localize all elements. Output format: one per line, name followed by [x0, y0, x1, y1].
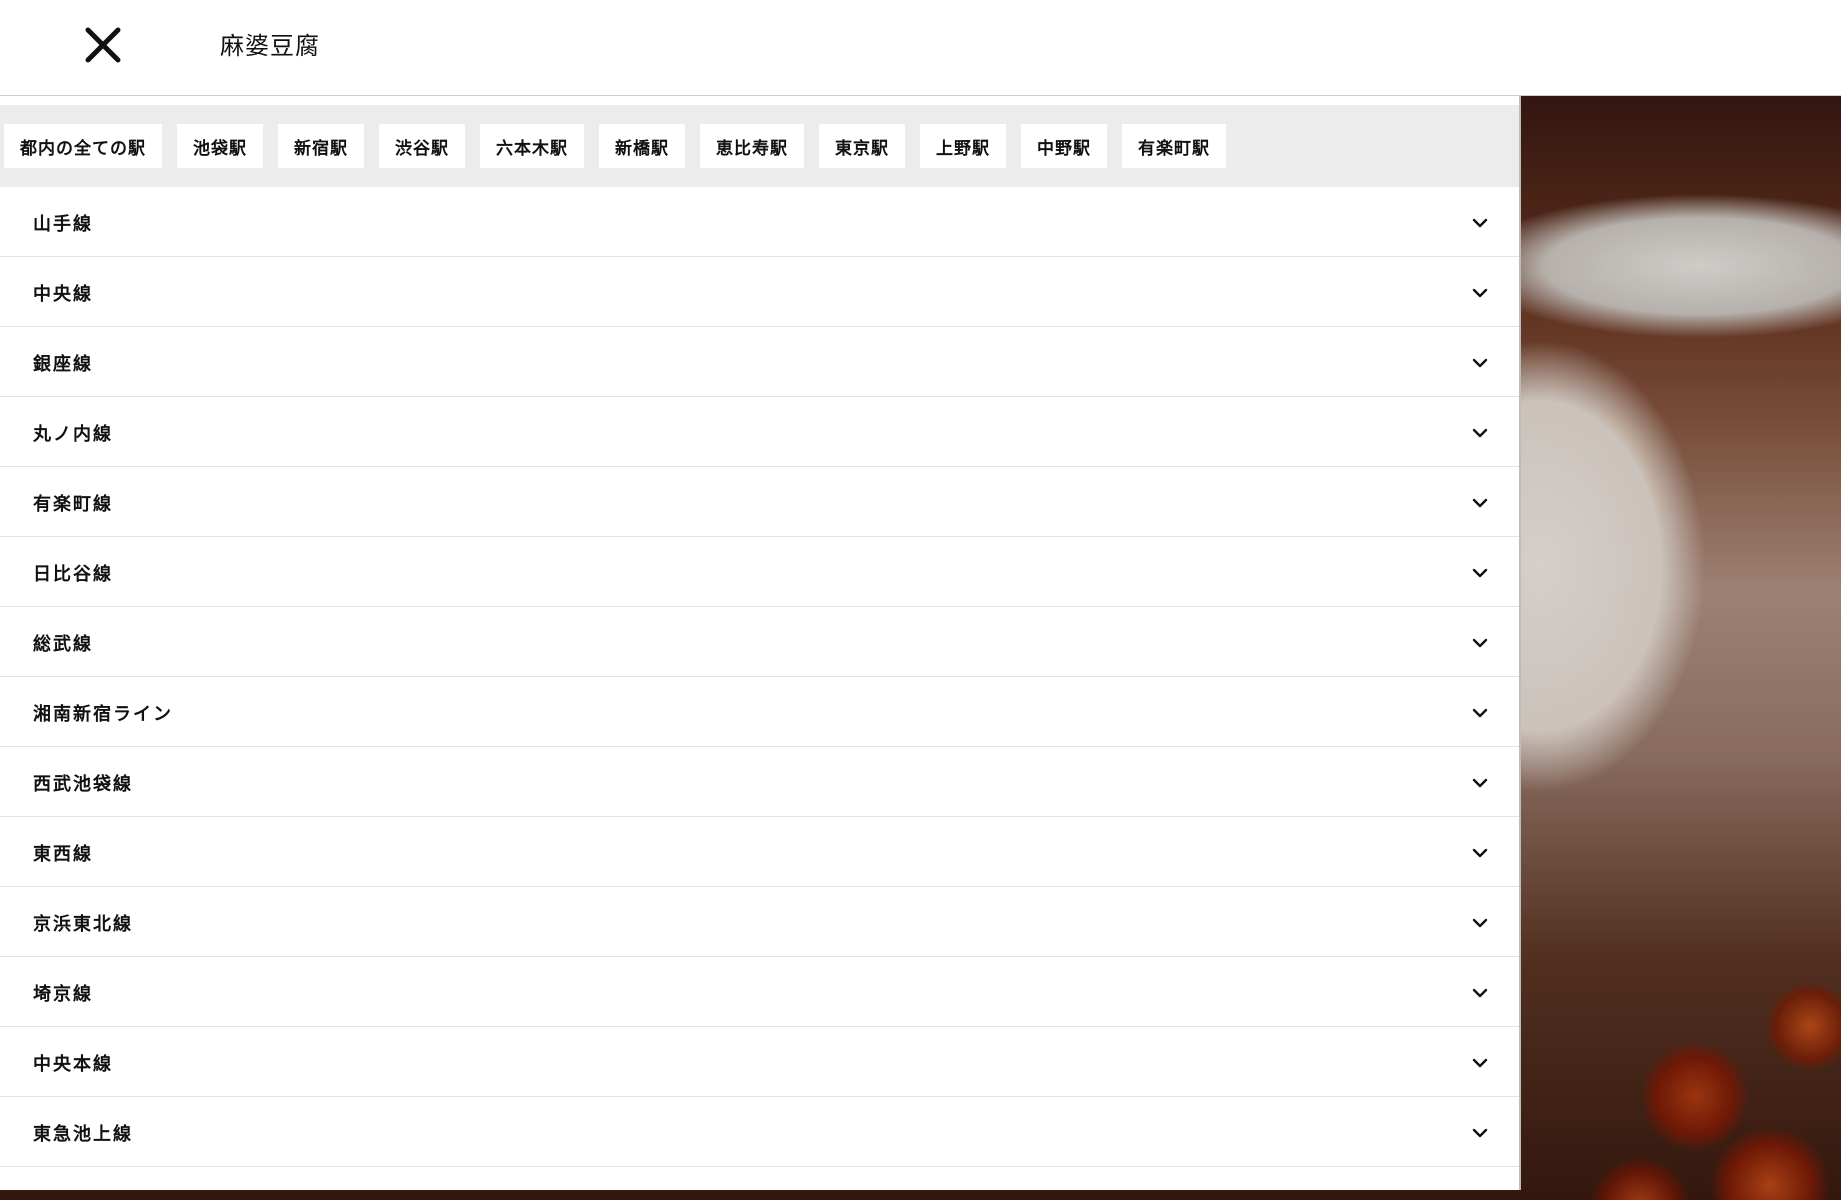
chevron-down-icon[interactable]: [1471, 844, 1489, 862]
header: 麻婆豆腐: [0, 0, 1841, 96]
line-row[interactable]: 丸ノ内線: [0, 397, 1519, 467]
chevron-down-icon[interactable]: [1471, 564, 1489, 582]
line-row[interactable]: 京王新線: [0, 1167, 1519, 1190]
chevron-down-icon[interactable]: [1471, 704, 1489, 722]
station-chip[interactable]: 上野駅: [920, 124, 1006, 168]
line-row[interactable]: 銀座線: [0, 327, 1519, 397]
station-filter-panel: 都内の全ての駅 池袋駅 新宿駅 渋谷駅 六本木駅 新橋駅 恵比寿駅 東京駅 上野駅 中野駅 有楽町駅…: [0, 96, 1521, 1190]
close-icon[interactable]: [82, 24, 124, 66]
app-page: 麻婆豆腐 都内の全ての駅 池袋駅 新宿駅 渋谷駅 六本木駅 新橋駅 恵比寿駅 東京駅 上野駅 中野…: [0, 0, 1841, 1200]
chevron-down-icon[interactable]: [1471, 914, 1489, 932]
line-label: 銀座線: [33, 354, 93, 375]
train-line-list: 山手線中央線銀座線丸ノ内線有楽町線日比谷線総武線湘南新宿ライン 西武池袋線東西線京…: [0, 187, 1519, 1190]
search-term: 麻婆豆腐: [220, 32, 320, 60]
line-row[interactable]: 総武線: [0, 607, 1519, 677]
station-chip[interactable]: 新橋駅: [599, 124, 685, 168]
station-chip[interactable]: 東京駅: [819, 124, 905, 168]
line-label: 東西線: [33, 844, 93, 865]
line-label: 埼京線: [33, 984, 93, 1005]
chevron-down-icon[interactable]: [1471, 214, 1489, 232]
chevron-down-icon[interactable]: [1471, 494, 1489, 512]
station-chip[interactable]: 池袋駅: [177, 124, 263, 168]
line-row[interactable]: 日比谷線: [0, 537, 1519, 607]
line-label: 京浜東北線: [33, 914, 133, 935]
line-label: 日比谷線: [33, 564, 113, 585]
chevron-down-icon[interactable]: [1471, 284, 1489, 302]
chevron-down-icon[interactable]: [1471, 984, 1489, 1002]
station-chip[interactable]: 新宿駅: [278, 124, 364, 168]
line-label: 総武線: [33, 634, 93, 655]
line-row[interactable]: 埼京線: [0, 957, 1519, 1027]
chevron-down-icon[interactable]: [1471, 354, 1489, 372]
line-label: 有楽町線: [33, 494, 113, 515]
line-label: 西武池袋線: [33, 774, 133, 795]
station-chip[interactable]: 恵比寿駅: [700, 124, 804, 168]
line-row[interactable]: 中央本線: [0, 1027, 1519, 1097]
line-row[interactable]: 湘南新宿ライン: [0, 677, 1519, 747]
line-row[interactable]: 有楽町線: [0, 467, 1519, 537]
line-row[interactable]: 中央線: [0, 257, 1519, 327]
line-row[interactable]: 京浜東北線: [0, 887, 1519, 957]
line-row[interactable]: 山手線: [0, 187, 1519, 257]
line-label: 中央線: [33, 284, 93, 305]
station-chip[interactable]: 都内の全ての駅: [4, 124, 162, 168]
chevron-down-icon[interactable]: [1471, 424, 1489, 442]
chevron-down-icon[interactable]: [1471, 634, 1489, 652]
line-label: 中央本線: [33, 1054, 113, 1075]
line-label: 山手線: [33, 214, 93, 235]
line-label: 東急池上線: [33, 1124, 133, 1145]
chevron-down-icon[interactable]: [1471, 1054, 1489, 1072]
line-row[interactable]: 東急池上線: [0, 1097, 1519, 1167]
station-chip[interactable]: 渋谷駅: [379, 124, 465, 168]
chevron-down-icon[interactable]: [1471, 774, 1489, 792]
station-chip[interactable]: 六本木駅: [480, 124, 584, 168]
station-chip-bar: 都内の全ての駅 池袋駅 新宿駅 渋谷駅 六本木駅 新橋駅 恵比寿駅 東京駅 上野駅 中野駅 有楽町駅: [0, 105, 1519, 187]
line-row[interactable]: 東西線: [0, 817, 1519, 887]
station-chip[interactable]: 有楽町駅: [1122, 124, 1226, 168]
station-chip[interactable]: 中野駅: [1021, 124, 1107, 168]
line-row[interactable]: 西武池袋線: [0, 747, 1519, 817]
chevron-down-icon[interactable]: [1471, 1124, 1489, 1142]
line-label: 丸ノ内線: [33, 424, 113, 445]
line-label: 湘南新宿ライン: [33, 704, 173, 725]
